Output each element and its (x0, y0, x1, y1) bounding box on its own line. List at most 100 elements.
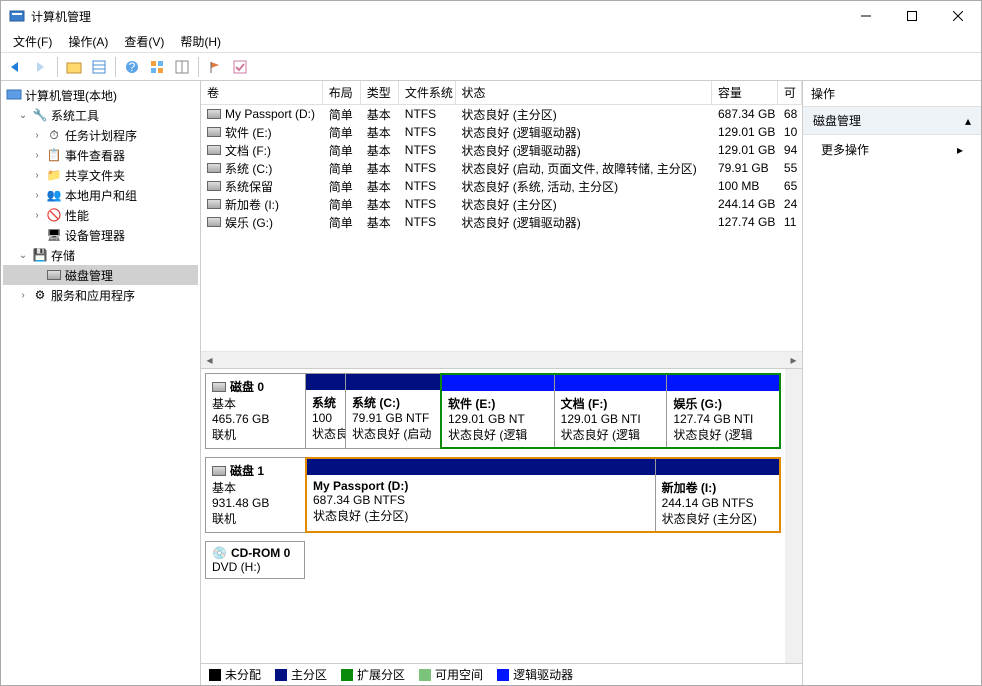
disk-name: 磁盘 1 (230, 462, 264, 479)
tree-performance[interactable]: ›🚫性能 (3, 205, 198, 225)
volume-fs: NTFS (399, 214, 456, 230)
expand-icon[interactable]: › (17, 290, 29, 301)
volume-row[interactable]: 文档 (F:)简单基本NTFS状态良好 (逻辑驱动器)129.01 GB94 (201, 141, 802, 159)
menu-help[interactable]: 帮助(H) (172, 31, 229, 52)
forward-button[interactable] (30, 56, 52, 78)
volume-row[interactable]: 软件 (E:)简单基本NTFS状态良好 (逻辑驱动器)129.01 GB10 (201, 123, 802, 141)
tool-help-icon[interactable]: ? (121, 56, 143, 78)
menu-action[interactable]: 操作(A) (60, 31, 116, 52)
event-icon: 📋 (46, 147, 62, 163)
titlebar: 计算机管理 (1, 1, 981, 31)
partition[interactable]: 新加卷 (I:)244.14 GB NTFS状态良好 (主分区) (656, 459, 779, 531)
disk-layout-pane: 磁盘 0 基本 465.76 GB 联机 系统100状态良好 系统 (C:)79… (201, 369, 802, 663)
tree-eventviewer[interactable]: ›📋事件查看器 (3, 145, 198, 165)
volume-row[interactable]: 娱乐 (G:)简单基本NTFS状态良好 (逻辑驱动器)127.74 GB11 (201, 213, 802, 231)
volume-capacity: 129.01 GB (712, 142, 778, 158)
volume-status: 状态良好 (逻辑驱动器) (455, 123, 712, 142)
disk-info[interactable]: 磁盘 0 基本 465.76 GB 联机 (205, 373, 305, 449)
collapse-icon[interactable]: ⌄ (17, 110, 29, 121)
partition[interactable]: 文档 (F:)129.01 GB NTI状态良好 (逻辑 (555, 375, 668, 447)
col-available[interactable]: 可 (778, 81, 802, 104)
partition-size: 129.01 GB NTI (561, 412, 661, 426)
tree-scheduler[interactable]: ›⏱任务计划程序 (3, 125, 198, 145)
col-type[interactable]: 类型 (361, 81, 399, 104)
tree-devicemgr[interactable]: 🖥设备管理器 (3, 225, 198, 245)
volume-row[interactable]: My Passport (D:)简单基本NTFS状态良好 (主分区)687.34… (201, 105, 802, 123)
volume-status: 状态良好 (逻辑驱动器) (455, 141, 712, 160)
volume-icon (207, 109, 221, 119)
partition[interactable]: 软件 (E:)129.01 GB NT状态良好 (逻辑 (442, 375, 555, 447)
tree-storage[interactable]: ⌄💾存储 (3, 245, 198, 265)
tree-root[interactable]: 计算机管理(本地) (3, 85, 198, 105)
scroll-right-icon[interactable]: ▸ (785, 352, 802, 369)
disk-info[interactable]: 💿CD-ROM 0 DVD (H:) (205, 541, 305, 579)
tool-folder-icon[interactable] (63, 56, 85, 78)
swatch-icon (497, 669, 509, 681)
expand-icon[interactable]: › (31, 130, 43, 141)
tree-systools[interactable]: ⌄🔧系统工具 (3, 105, 198, 125)
tool-refresh-icon[interactable] (171, 56, 193, 78)
volume-row[interactable]: 系统保留简单基本NTFS状态良好 (系统, 活动, 主分区)100 MB65 (201, 177, 802, 195)
volume-row[interactable]: 系统 (C:)简单基本NTFS状态良好 (启动, 页面文件, 故障转储, 主分区… (201, 159, 802, 177)
expand-icon[interactable]: › (31, 150, 43, 161)
col-volume[interactable]: 卷 (201, 81, 323, 104)
center-pane: 卷 布局 类型 文件系统 状态 容量 可 My Passport (D:)简单基… (201, 81, 803, 685)
actions-pane: 操作 磁盘管理▴ 更多操作▸ (803, 81, 981, 685)
volume-name: 系统保留 (225, 178, 273, 195)
menu-file[interactable]: 文件(F) (5, 31, 60, 52)
tree-sharedfolders[interactable]: ›📁共享文件夹 (3, 165, 198, 185)
tree-localusers[interactable]: ›👥本地用户和组 (3, 185, 198, 205)
volume-fs: NTFS (399, 178, 456, 194)
collapse-icon[interactable]: ⌄ (17, 250, 29, 261)
tool-check-icon[interactable] (229, 56, 251, 78)
partition[interactable]: 系统 (C:)79.91 GB NTF状态良好 (启动 (345, 373, 440, 449)
partition-stripe (442, 375, 554, 391)
tree-root-label: 计算机管理(本地) (25, 87, 117, 104)
actions-more-label: 更多操作 (821, 141, 869, 158)
cdrom-icon: 💿 (212, 546, 227, 560)
partition-stripe (656, 459, 779, 475)
scroll-left-icon[interactable]: ◂ (201, 352, 218, 369)
tree-services[interactable]: ›⚙服务和应用程序 (3, 285, 198, 305)
tree-label: 任务计划程序 (65, 127, 137, 144)
actions-section[interactable]: 磁盘管理 ▴ (803, 107, 981, 135)
menu-view[interactable]: 查看(V) (116, 31, 172, 52)
tool-flag-icon[interactable] (204, 56, 226, 78)
minimize-button[interactable] (843, 1, 889, 31)
volume-layout: 简单 (323, 177, 361, 196)
partition[interactable]: 娱乐 (G:)127.74 GB NTI状态良好 (逻辑 (667, 375, 779, 447)
col-layout[interactable]: 布局 (323, 81, 361, 104)
disk-info[interactable]: 磁盘 1 基本 931.48 GB 联机 (205, 457, 305, 533)
disk-row-0: 磁盘 0 基本 465.76 GB 联机 系统100状态良好 系统 (C:)79… (205, 373, 781, 449)
col-filesystem[interactable]: 文件系统 (399, 81, 456, 104)
back-button[interactable] (5, 56, 27, 78)
tree-diskmgmt[interactable]: 磁盘管理 (3, 265, 198, 285)
volume-row[interactable]: 新加卷 (I:)简单基本NTFS状态良好 (主分区)244.14 GB24 (201, 195, 802, 213)
collapse-icon[interactable]: ▴ (965, 114, 971, 128)
partition-stripe (667, 375, 779, 391)
close-button[interactable] (935, 1, 981, 31)
partition-group: My Passport (D:)687.34 GB NTFS状态良好 (主分区)… (305, 457, 781, 533)
partition[interactable]: My Passport (D:)687.34 GB NTFS状态良好 (主分区) (307, 459, 656, 531)
app-icon (9, 8, 25, 24)
disk-sub: DVD (H:) (212, 560, 298, 574)
partition-name: 系统 (C:) (352, 394, 434, 411)
tool-grid-icon[interactable] (146, 56, 168, 78)
col-capacity[interactable]: 容量 (712, 81, 778, 104)
col-status[interactable]: 状态 (456, 81, 712, 104)
swatch-icon (341, 669, 353, 681)
toolbar: ? (1, 53, 981, 81)
expand-icon[interactable]: › (31, 190, 43, 201)
tool-list-icon[interactable] (88, 56, 110, 78)
disk-name: 磁盘 0 (230, 378, 264, 395)
maximize-button[interactable] (889, 1, 935, 31)
actions-section-label: 磁盘管理 (813, 112, 861, 129)
partition[interactable]: 系统100状态良好 (305, 373, 345, 449)
expand-icon[interactable]: › (31, 210, 43, 221)
volume-name: 新加卷 (I:) (225, 196, 279, 213)
actions-more[interactable]: 更多操作▸ (803, 135, 981, 164)
volume-available: 55 (778, 160, 802, 176)
horizontal-scrollbar[interactable]: ◂ ▸ (201, 351, 802, 368)
disk-size: 931.48 GB (212, 496, 299, 510)
expand-icon[interactable]: › (31, 170, 43, 181)
